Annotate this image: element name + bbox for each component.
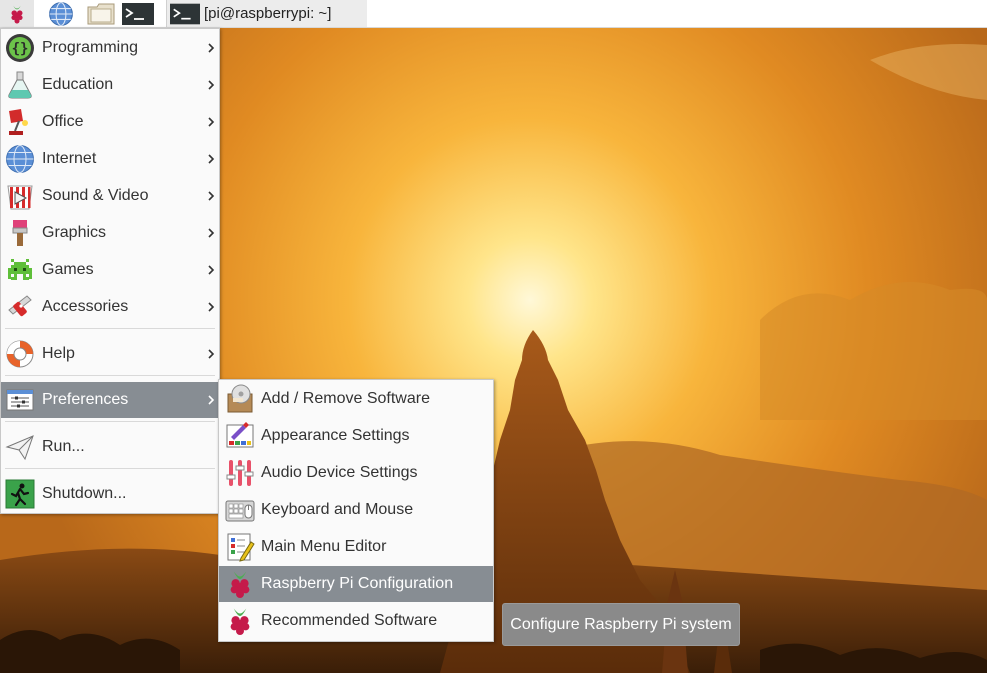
education-icon xyxy=(8,71,32,99)
menu-item-keyboard-and-mouse[interactable]: Keyboard and Mouse xyxy=(219,492,493,528)
chevron-right-icon xyxy=(208,43,215,53)
menu-item-education[interactable]: Education xyxy=(1,67,219,103)
menu-separator xyxy=(5,468,215,469)
terminal-button[interactable] xyxy=(121,0,155,27)
preferences-submenu: Add / Remove Software Appearance Setting… xyxy=(218,379,494,642)
chevron-right-icon xyxy=(208,302,215,312)
menu-separator xyxy=(5,328,215,329)
menu-separator xyxy=(5,421,215,422)
menu-item-accessories[interactable]: Accessories xyxy=(1,289,219,325)
tooltip-text: Configure Raspberry Pi system xyxy=(510,615,732,633)
chevron-right-icon xyxy=(208,395,215,405)
chevron-right-icon xyxy=(208,228,215,238)
chevron-right-icon xyxy=(208,349,215,359)
folder-icon xyxy=(87,3,115,24)
appearance-icon xyxy=(226,422,254,448)
globe-icon xyxy=(49,1,73,26)
keyboard-mouse-icon xyxy=(225,500,255,522)
raspberry-icon xyxy=(230,608,250,635)
audio-sliders-icon xyxy=(226,460,254,486)
main-menu: {} Programming Education Office Internet… xyxy=(0,28,220,514)
raspberry-menu-button[interactable] xyxy=(0,0,34,27)
menu-item-raspberry-pi-configuration[interactable]: Raspberry Pi Configuration xyxy=(219,566,493,602)
menu-item-main-menu-editor[interactable]: Main Menu Editor xyxy=(219,529,493,565)
shutdown-icon xyxy=(5,479,35,509)
menu-item-internet[interactable]: Internet xyxy=(1,141,219,177)
raspberry-icon xyxy=(11,5,23,23)
menu-item-help[interactable]: Help xyxy=(1,336,219,372)
terminal-icon xyxy=(170,3,200,24)
menu-item-shutdown[interactable]: Shutdown... xyxy=(1,476,219,512)
window-title: [pi@raspberrypi: ~] xyxy=(204,5,332,22)
help-icon xyxy=(6,340,34,368)
menu-item-recommended-software[interactable]: Recommended Software xyxy=(219,603,493,639)
run-icon xyxy=(5,435,34,461)
taskbar: [pi@raspberrypi: ~] xyxy=(0,0,987,28)
menu-item-office[interactable]: Office xyxy=(1,104,219,140)
preferences-icon xyxy=(6,389,34,411)
terminal-icon xyxy=(122,2,154,25)
menu-item-sound-video[interactable]: Sound & Video xyxy=(1,178,219,214)
chevron-right-icon xyxy=(208,154,215,164)
menu-item-add-remove-software[interactable]: Add / Remove Software xyxy=(219,381,493,417)
sound-video-icon xyxy=(7,185,33,210)
chevron-right-icon xyxy=(208,265,215,275)
file-manager-button[interactable] xyxy=(84,0,118,27)
menu-separator xyxy=(5,375,215,376)
menu-item-audio-device-settings[interactable]: Audio Device Settings xyxy=(219,455,493,491)
programming-icon: {} xyxy=(6,34,34,62)
menu-item-preferences[interactable]: Preferences xyxy=(1,382,219,418)
chevron-right-icon xyxy=(208,117,215,127)
menu-item-run[interactable]: Run... xyxy=(1,429,219,465)
menu-editor-icon xyxy=(227,533,255,562)
office-icon xyxy=(9,109,28,135)
raspberry-icon xyxy=(230,571,250,598)
games-icon xyxy=(8,259,32,280)
svg-text:{}: {} xyxy=(12,41,29,57)
accessories-icon xyxy=(8,295,32,317)
chevron-right-icon xyxy=(208,80,215,90)
menu-item-appearance-settings[interactable]: Appearance Settings xyxy=(219,418,493,454)
chevron-right-icon xyxy=(208,191,215,201)
tooltip: Configure Raspberry Pi system xyxy=(502,603,740,646)
menu-item-games[interactable]: Games xyxy=(1,252,219,288)
menu-item-graphics[interactable]: Graphics xyxy=(1,215,219,251)
web-browser-button[interactable] xyxy=(44,0,78,27)
package-icon xyxy=(227,384,253,413)
terminal-window-button[interactable]: [pi@raspberrypi: ~] xyxy=(166,0,367,27)
graphics-icon xyxy=(12,220,28,246)
menu-item-programming[interactable]: {} Programming xyxy=(1,30,219,66)
internet-icon xyxy=(6,145,34,173)
